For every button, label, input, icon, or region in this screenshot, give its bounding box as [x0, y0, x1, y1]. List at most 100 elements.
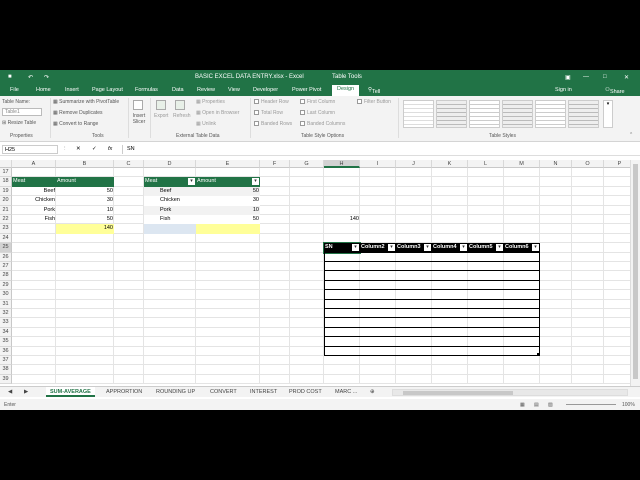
- tab-page-layout[interactable]: Page Layout: [92, 87, 123, 93]
- column-header[interactable]: K: [432, 160, 468, 168]
- column-header[interactable]: B: [56, 160, 114, 168]
- open-browser-button[interactable]: ▦ Open in Browser: [196, 110, 239, 116]
- table3-row[interactable]: [324, 252, 540, 262]
- column-header[interactable]: H: [324, 160, 360, 168]
- tab-data[interactable]: Data: [172, 87, 184, 93]
- row-header[interactable]: 38: [0, 365, 12, 375]
- table2-amount-cell[interactable]: 50: [196, 215, 260, 225]
- row-header[interactable]: 30: [0, 290, 12, 300]
- row-header[interactable]: 26: [0, 252, 12, 262]
- h22-value-cell[interactable]: 140: [324, 215, 360, 224]
- total-row-checkbox[interactable]: Total Row: [254, 110, 283, 116]
- table-styles-gallery[interactable]: ▾: [403, 100, 623, 130]
- column-header[interactable]: M: [504, 160, 540, 168]
- horizontal-scrollbar[interactable]: [392, 389, 628, 396]
- banded-rows-checkbox[interactable]: Banded Rows: [254, 121, 292, 127]
- scrollbar-thumb[interactable]: [403, 391, 513, 395]
- filter-button-checkbox[interactable]: Filter Button: [357, 99, 391, 105]
- first-column-checkbox[interactable]: First Column: [300, 99, 335, 105]
- insert-function-icon[interactable]: fx: [108, 146, 112, 152]
- tab-design[interactable]: Design: [332, 85, 360, 96]
- gallery-more-icon[interactable]: ▾: [603, 100, 613, 128]
- table-name-input[interactable]: Table1: [2, 108, 42, 116]
- table1-total-cell[interactable]: 140: [56, 224, 114, 234]
- sheet-tab-apprortion[interactable]: APPRORTION: [106, 389, 142, 395]
- collapse-ribbon-icon[interactable]: ⌃: [629, 132, 633, 138]
- insert-slicer-button[interactable]: Insert Slicer: [131, 113, 147, 125]
- zoom-level[interactable]: 100%: [622, 402, 635, 408]
- style-thumb[interactable]: [436, 100, 467, 128]
- style-thumb[interactable]: [568, 100, 599, 128]
- table3-row[interactable]: [324, 290, 540, 300]
- table1-meat-cell[interactable]: Fish: [12, 215, 56, 224]
- row-header[interactable]: 23: [0, 224, 12, 234]
- row-header[interactable]: 33: [0, 318, 12, 328]
- redo-icon[interactable]: ↷: [44, 74, 49, 81]
- properties-button[interactable]: ▦ Properties: [196, 99, 225, 105]
- column-header[interactable]: N: [540, 160, 572, 168]
- style-thumb[interactable]: [469, 100, 500, 128]
- table1-total-blank[interactable]: [12, 224, 56, 233]
- select-all-corner[interactable]: [0, 160, 12, 168]
- style-thumb[interactable]: [535, 100, 566, 128]
- table3-row[interactable]: [324, 318, 540, 328]
- table2-amount-cell[interactable]: 10: [196, 205, 260, 215]
- column-header[interactable]: A: [12, 160, 56, 168]
- refresh-button[interactable]: Refresh: [173, 113, 191, 119]
- table2-total-amount-cell[interactable]: [196, 224, 260, 234]
- table3-row[interactable]: [324, 337, 540, 347]
- column-header[interactable]: I: [360, 160, 396, 168]
- column-header[interactable]: D: [144, 160, 196, 168]
- row-header[interactable]: 28: [0, 271, 12, 281]
- resize-table-button[interactable]: ⊞ Resize Table: [2, 120, 36, 126]
- sheet-tab-marc[interactable]: MARC ...: [335, 389, 357, 395]
- table2-amount-cell[interactable]: 50: [196, 186, 260, 197]
- tab-formulas[interactable]: Formulas: [135, 87, 158, 93]
- formula-input[interactable]: SN: [122, 145, 636, 154]
- share-button[interactable]: ⚇ Share: [605, 87, 625, 95]
- filter-dropdown-icon[interactable]: ▾: [460, 244, 467, 252]
- column-header[interactable]: J: [396, 160, 432, 168]
- table1-amount-cell[interactable]: 10: [56, 206, 114, 215]
- sheet-tab-sum-average[interactable]: SUM-AVERAGE: [46, 387, 95, 397]
- row-header[interactable]: 25: [0, 243, 12, 253]
- minimize-icon[interactable]: —: [583, 74, 589, 80]
- table2-amount-cell[interactable]: 30: [196, 196, 260, 206]
- zoom-slider[interactable]: [566, 404, 616, 405]
- table1-meat-cell[interactable]: Pork: [12, 206, 56, 215]
- column-header[interactable]: C: [114, 160, 144, 168]
- vertical-scrollbar[interactable]: [630, 160, 640, 386]
- table1-amount-cell[interactable]: 50: [56, 215, 114, 224]
- tab-power-pivot[interactable]: Power Pivot: [292, 87, 321, 93]
- header-row-checkbox[interactable]: Header Row: [254, 99, 289, 105]
- maximize-icon[interactable]: □: [603, 74, 607, 80]
- table3-row[interactable]: [324, 327, 540, 338]
- row-header[interactable]: 21: [0, 205, 12, 215]
- table2-meat-cell[interactable]: Beef: [144, 186, 196, 197]
- table1-amount-cell[interactable]: 30: [56, 196, 114, 205]
- row-header[interactable]: 36: [0, 346, 12, 356]
- undo-icon[interactable]: ↶: [28, 74, 33, 81]
- page-layout-view-icon[interactable]: ▤: [534, 402, 539, 408]
- row-header[interactable]: 35: [0, 337, 12, 347]
- ribbon-options-icon[interactable]: ▣: [565, 74, 571, 81]
- scroll-right-icon[interactable]: ▶: [24, 389, 28, 395]
- sheet-tab-rounding-up[interactable]: ROUNDING UP: [156, 389, 195, 395]
- export-button[interactable]: Export: [154, 113, 168, 119]
- column-header[interactable]: P: [604, 160, 630, 168]
- tab-developer[interactable]: Developer: [253, 87, 278, 93]
- table1-amount-cell[interactable]: 50: [56, 187, 114, 196]
- filter-dropdown-icon[interactable]: ▾: [532, 244, 539, 252]
- table1-meat-cell[interactable]: Beef: [12, 187, 56, 196]
- table2-header-amount[interactable]: Amount: [196, 177, 260, 187]
- filter-dropdown-icon[interactable]: ▾: [496, 244, 503, 252]
- table1-header-amount[interactable]: Amount: [56, 177, 114, 187]
- add-sheet-icon[interactable]: ⊕: [370, 389, 375, 395]
- sheet-tab-convert[interactable]: CONVERT: [210, 389, 237, 395]
- cancel-entry-icon[interactable]: ✕: [76, 146, 81, 152]
- tab-view[interactable]: View: [228, 87, 240, 93]
- page-break-view-icon[interactable]: ▧: [548, 402, 553, 408]
- table3-row[interactable]: [324, 271, 540, 281]
- resize-handle-icon[interactable]: [537, 353, 540, 356]
- row-header[interactable]: 27: [0, 262, 12, 272]
